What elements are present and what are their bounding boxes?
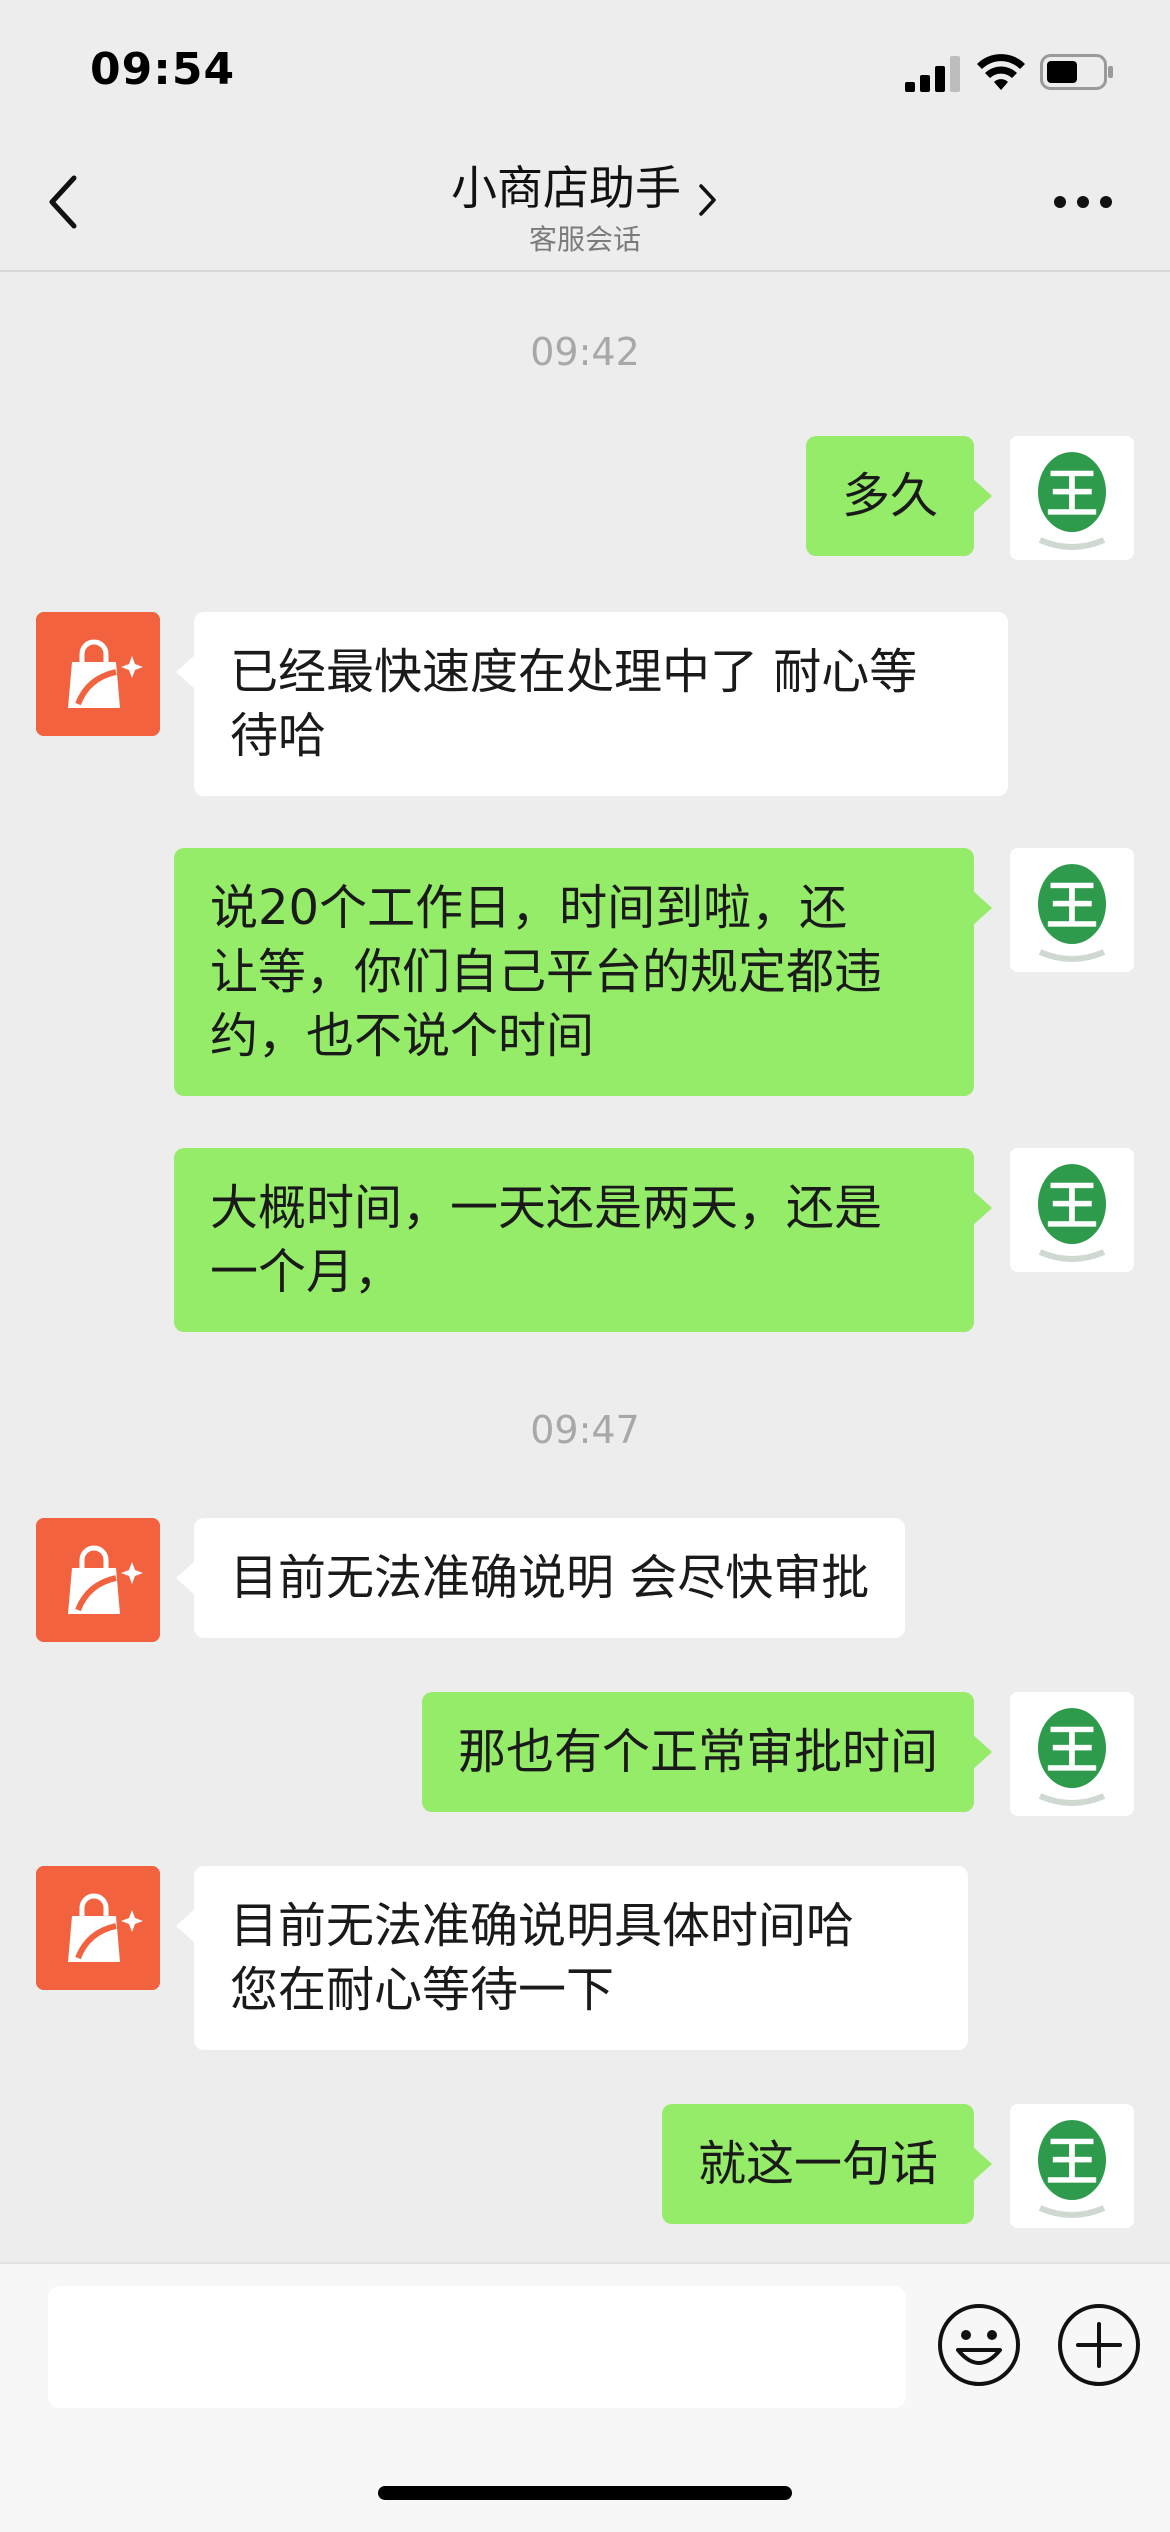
message-bubble-outgoing[interactable]: 说20个工作日，时间到啦，还 让等，你们自己平台的规定都违 约，也不说个时间 [174,848,992,1096]
shop-avatar[interactable] [36,1518,160,1642]
message-input[interactable] [48,2286,906,2408]
nav-title-group[interactable]: 小商店助手 [0,152,1170,218]
page-title: 小商店助手 [451,161,681,215]
user-avatar[interactable]: 王 [1010,848,1134,972]
shopping-bag-icon [36,1866,160,1990]
timestamp: 09:42 [530,330,640,374]
input-bar [0,2262,1170,2532]
more-dots-icon[interactable] [1052,194,1114,210]
user-avatar[interactable]: 王 [1010,2104,1134,2228]
page-subtitle: 客服会话 [528,223,641,256]
status-bar: 09:54 [0,0,1170,132]
chevron-right-icon [699,183,716,216]
message-bubble-incoming[interactable]: 已经最快速度在处理中了 耐心等 待哈 [176,612,1008,796]
svg-text:王: 王 [1046,464,1098,525]
battery-icon [1040,54,1113,90]
jade-logo-icon: 王 [1010,2104,1134,2228]
home-indicator[interactable] [378,2486,792,2500]
jade-logo-icon: 王 [1010,1148,1134,1272]
svg-text:王: 王 [1046,1720,1098,1781]
message-bubble-outgoing[interactable]: 那也有个正常审批时间 [421,1692,993,1812]
emoji-icon[interactable] [936,2302,1022,2388]
shop-avatar[interactable] [36,1866,160,1990]
message-bubble-outgoing[interactable]: 就这一句话 [661,2104,993,2224]
jade-logo-icon: 王 [1010,848,1134,972]
shop-avatar[interactable] [36,612,160,736]
timestamp: 09:47 [530,1408,640,1452]
plus-icon[interactable] [1056,2302,1142,2388]
user-avatar[interactable]: 王 [1010,1692,1134,1816]
status-time: 09:54 [90,44,236,95]
message-bubble-outgoing[interactable]: 多久 [805,436,993,556]
user-avatar[interactable]: 王 [1010,1148,1134,1272]
cellular-signal-icon [905,56,960,92]
jade-logo-icon: 王 [1010,436,1134,560]
svg-text:王: 王 [1046,2132,1098,2193]
user-avatar[interactable]: 王 [1010,436,1134,560]
jade-logo-icon: 王 [1010,1692,1134,1816]
shopping-bag-icon [36,1518,160,1642]
svg-text:王: 王 [1046,876,1098,937]
chat-area[interactable]: 09:42 王 多久 已经最快速度在处理中了 耐心等 待哈 王 说20个工作日，… [0,272,1170,2262]
message-bubble-incoming[interactable]: 目前无法准确说明具体时间哈 您在耐心等待一下 [176,1866,968,2050]
svg-text:王: 王 [1046,1176,1098,1237]
message-bubble-outgoing[interactable]: 大概时间，一天还是两天，还是 一个月， [174,1148,992,1332]
message-bubble-incoming[interactable]: 目前无法准确说明 会尽快审批 [175,1518,906,1638]
shopping-bag-icon [36,612,160,736]
nav-bar: 小商店助手 客服会话 [0,132,1170,272]
wifi-icon [977,54,1025,90]
